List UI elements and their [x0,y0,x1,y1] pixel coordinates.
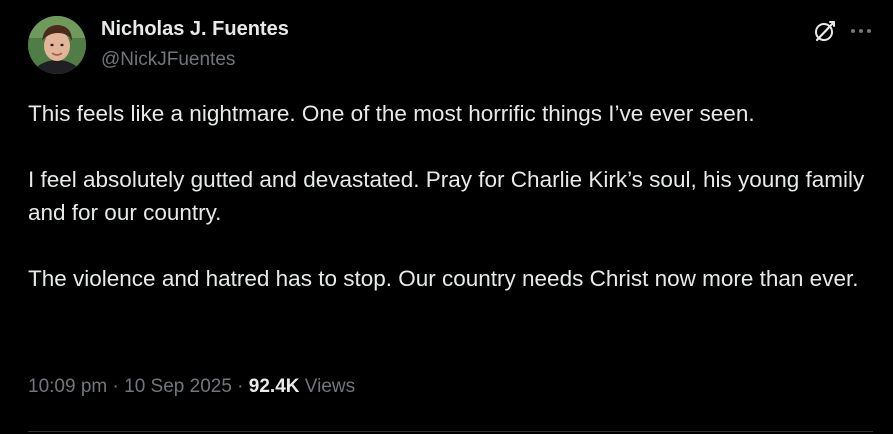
meta-separator: · [237,376,244,397]
meta-separator: · [112,376,119,397]
tweet-text: This feels like a nightmare. One of the … [28,97,873,328]
tweet-date[interactable]: 10 Sep 2025 [124,376,232,397]
author-handle[interactable]: @NickJFuentes [101,49,235,71]
author-name[interactable]: Nicholas J. Fuentes [101,18,289,41]
divider [28,431,873,432]
grok-icon[interactable] [813,19,837,43]
more-icon[interactable] [848,21,874,41]
avatar-image [28,16,86,74]
views-count[interactable]: 92.4K [249,376,300,397]
tweet-time[interactable]: 10:09 pm [28,376,107,397]
tweet-paragraph: The violence and hatred has to stop. Our… [28,266,859,291]
avatar[interactable] [28,16,86,74]
tweet: Nicholas J. Fuentes @NickJFuentes This f… [0,0,893,434]
tweet-paragraph: This feels like a nightmare. One of the … [28,101,755,126]
tweet-paragraph: I feel absolutely gutted and devastated.… [28,167,865,225]
views-label[interactable]: Views [305,376,355,397]
tweet-meta: 10:09 pm · 10 Sep 2025 · 92.4K Views [28,376,355,398]
